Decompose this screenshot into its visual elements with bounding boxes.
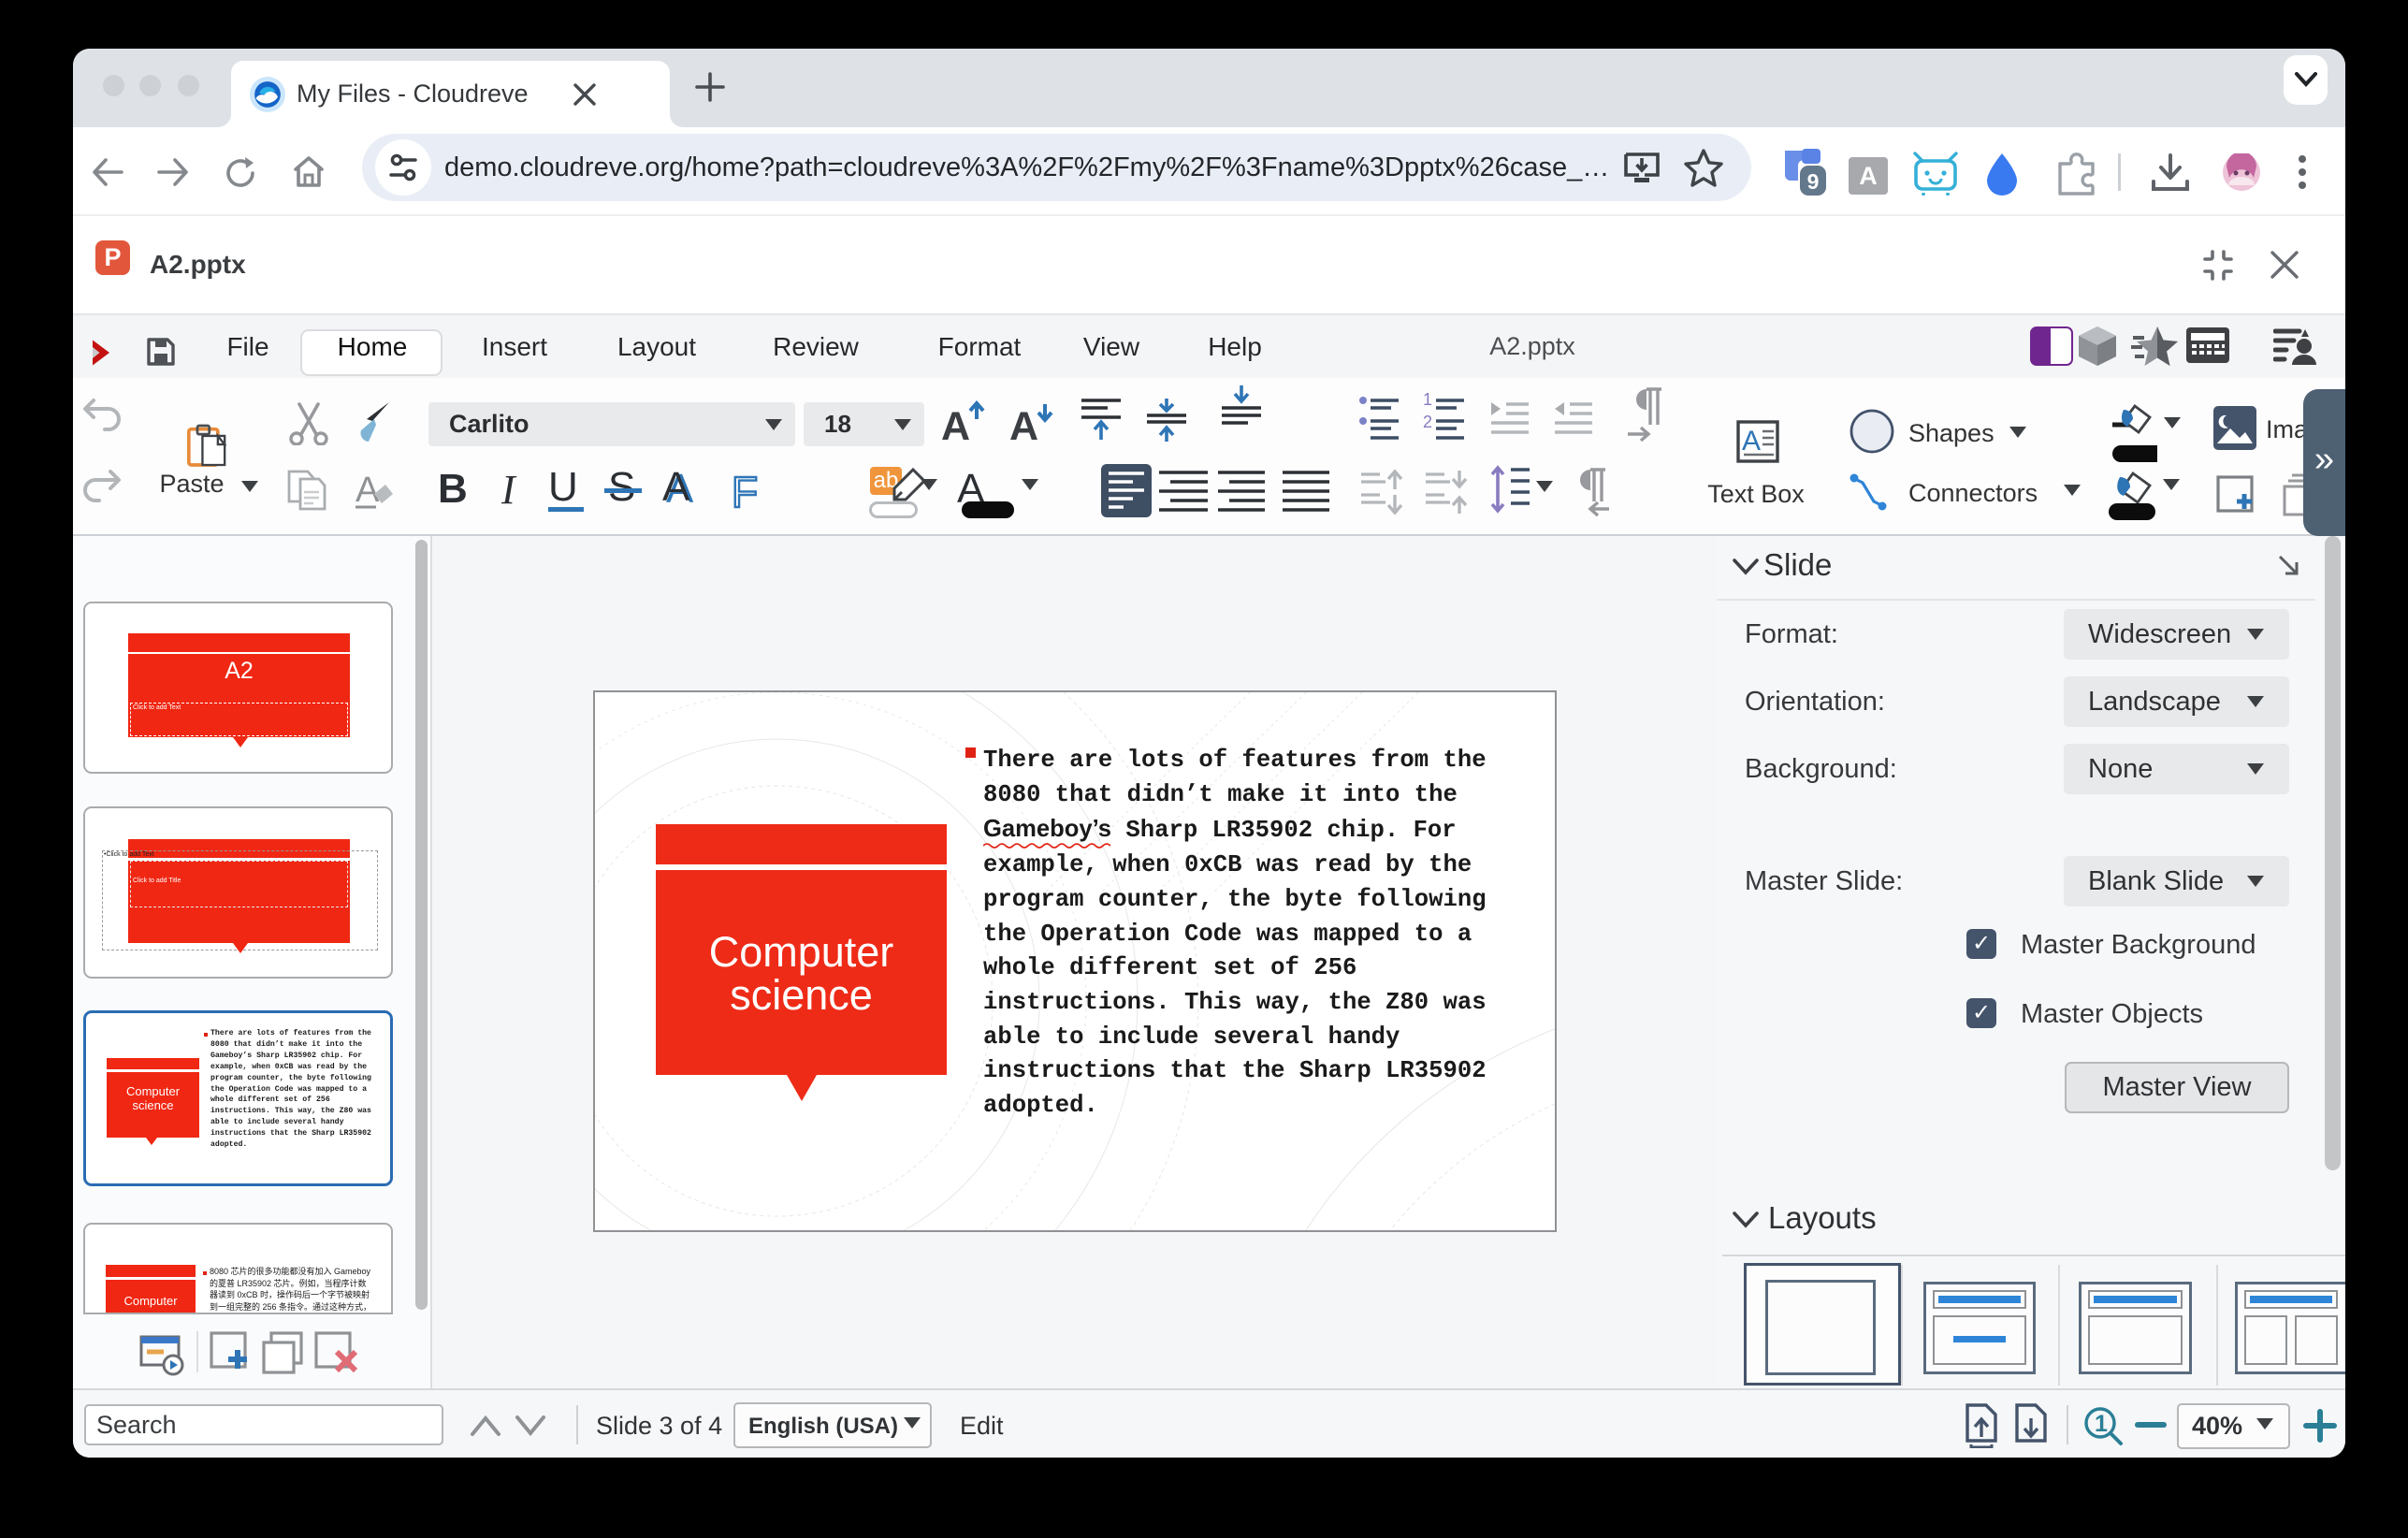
svg-text:1: 1 — [1423, 393, 1432, 409]
svg-text:F: F — [732, 468, 758, 513]
svg-text:A: A — [1009, 404, 1038, 445]
svg-text:2: 2 — [1423, 413, 1432, 431]
svg-text:A: A — [1742, 426, 1761, 457]
svg-text:1: 1 — [2095, 1411, 2108, 1437]
svg-text:9: 9 — [1807, 169, 1820, 194]
svg-text:A: A — [941, 404, 970, 445]
svg-text:A: A — [355, 471, 380, 510]
